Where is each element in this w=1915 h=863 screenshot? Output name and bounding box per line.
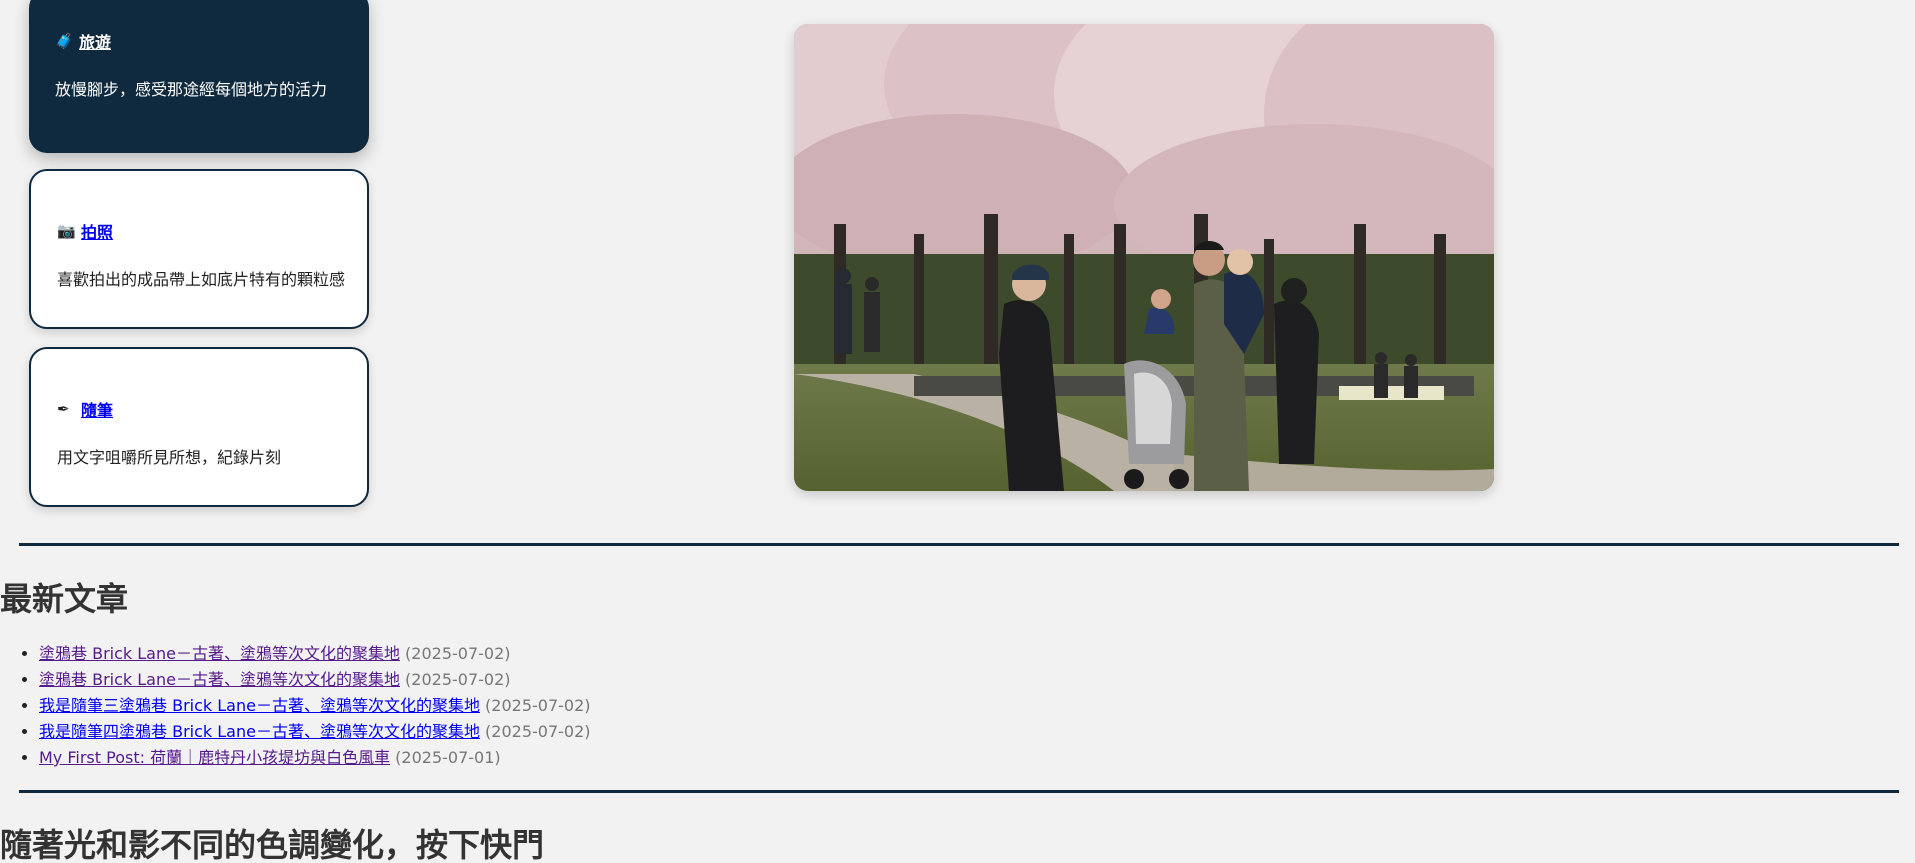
list-item: 我是隨筆四塗鴉巷 Brick Lane－古著、塗鴉等次文化的聚集地 (2025-… [39,719,591,745]
post-date: (2025-07-02) [405,670,511,689]
page: 🧳 旅遊 放慢腳步，感受那途經每個地方的活力 📷 拍照 喜歡拍出的成品帶上如底片… [0,0,1915,863]
luggage-icon: 🧳 [55,32,74,50]
post-link[interactable]: My First Post: 荷蘭｜鹿特丹小孩堤坊與白色風車 [39,748,390,767]
section-divider [19,790,1899,793]
card-link-photography[interactable]: 拍照 [81,219,113,243]
card-link-travel[interactable]: 旅遊 [79,29,111,53]
card-title-photography: 📷 拍照 [57,219,113,243]
card-link-essays[interactable]: 隨筆 [81,397,113,421]
post-link[interactable]: 塗鴉巷 Brick Lane－古著、塗鴉等次文化的聚集地 [39,644,400,663]
card-title-essays: ✒ 隨筆 [57,397,113,421]
camera-icon: 📷 [57,222,76,240]
list-item: 塗鴉巷 Brick Lane－古著、塗鴉等次文化的聚集地 (2025-07-02… [39,667,591,693]
card-description-travel: 放慢腳步，感受那途經每個地方的活力 [55,80,328,99]
card-description-photography: 喜歡拍出的成品帶上如底片特有的顆粒感 [57,270,346,289]
post-link[interactable]: 我是隨筆三塗鴉巷 Brick Lane－古著、塗鴉等次文化的聚集地 [39,696,480,715]
category-card-essays[interactable]: ✒ 隨筆 用文字咀嚼所見所想，紀錄片刻 [29,347,369,507]
list-item: 塗鴉巷 Brick Lane－古著、塗鴉等次文化的聚集地 (2025-07-02… [39,641,591,667]
photo-section-heading: 隨著光和影不同的色調變化，按下快門 [0,826,545,863]
latest-posts-list: 塗鴉巷 Brick Lane－古著、塗鴉等次文化的聚集地 (2025-07-02… [0,641,591,771]
category-card-photography[interactable]: 📷 拍照 喜歡拍出的成品帶上如底片特有的顆粒感 [29,169,369,329]
latest-posts-heading: 最新文章 [0,580,129,618]
category-card-travel[interactable]: 🧳 旅遊 放慢腳步，感受那途經每個地方的活力 [29,0,369,153]
post-date: (2025-07-02) [485,722,591,741]
post-link[interactable]: 塗鴉巷 Brick Lane－古著、塗鴉等次文化的聚集地 [39,670,400,689]
post-link[interactable]: 我是隨筆四塗鴉巷 Brick Lane－古著、塗鴉等次文化的聚集地 [39,722,480,741]
post-date: (2025-07-02) [485,696,591,715]
section-divider [19,543,1899,546]
card-description-essays: 用文字咀嚼所見所想，紀錄片刻 [57,448,282,467]
post-date: (2025-07-02) [405,644,511,663]
pen-icon: ✒ [57,400,70,418]
hero-photo [794,24,1494,491]
post-date: (2025-07-01) [395,748,501,767]
list-item: My First Post: 荷蘭｜鹿特丹小孩堤坊與白色風車 (2025-07-… [39,745,591,771]
hero-photo-illustration [794,24,1494,491]
card-title-travel: 🧳 旅遊 [55,29,111,53]
list-item: 我是隨筆三塗鴉巷 Brick Lane－古著、塗鴉等次文化的聚集地 (2025-… [39,693,591,719]
